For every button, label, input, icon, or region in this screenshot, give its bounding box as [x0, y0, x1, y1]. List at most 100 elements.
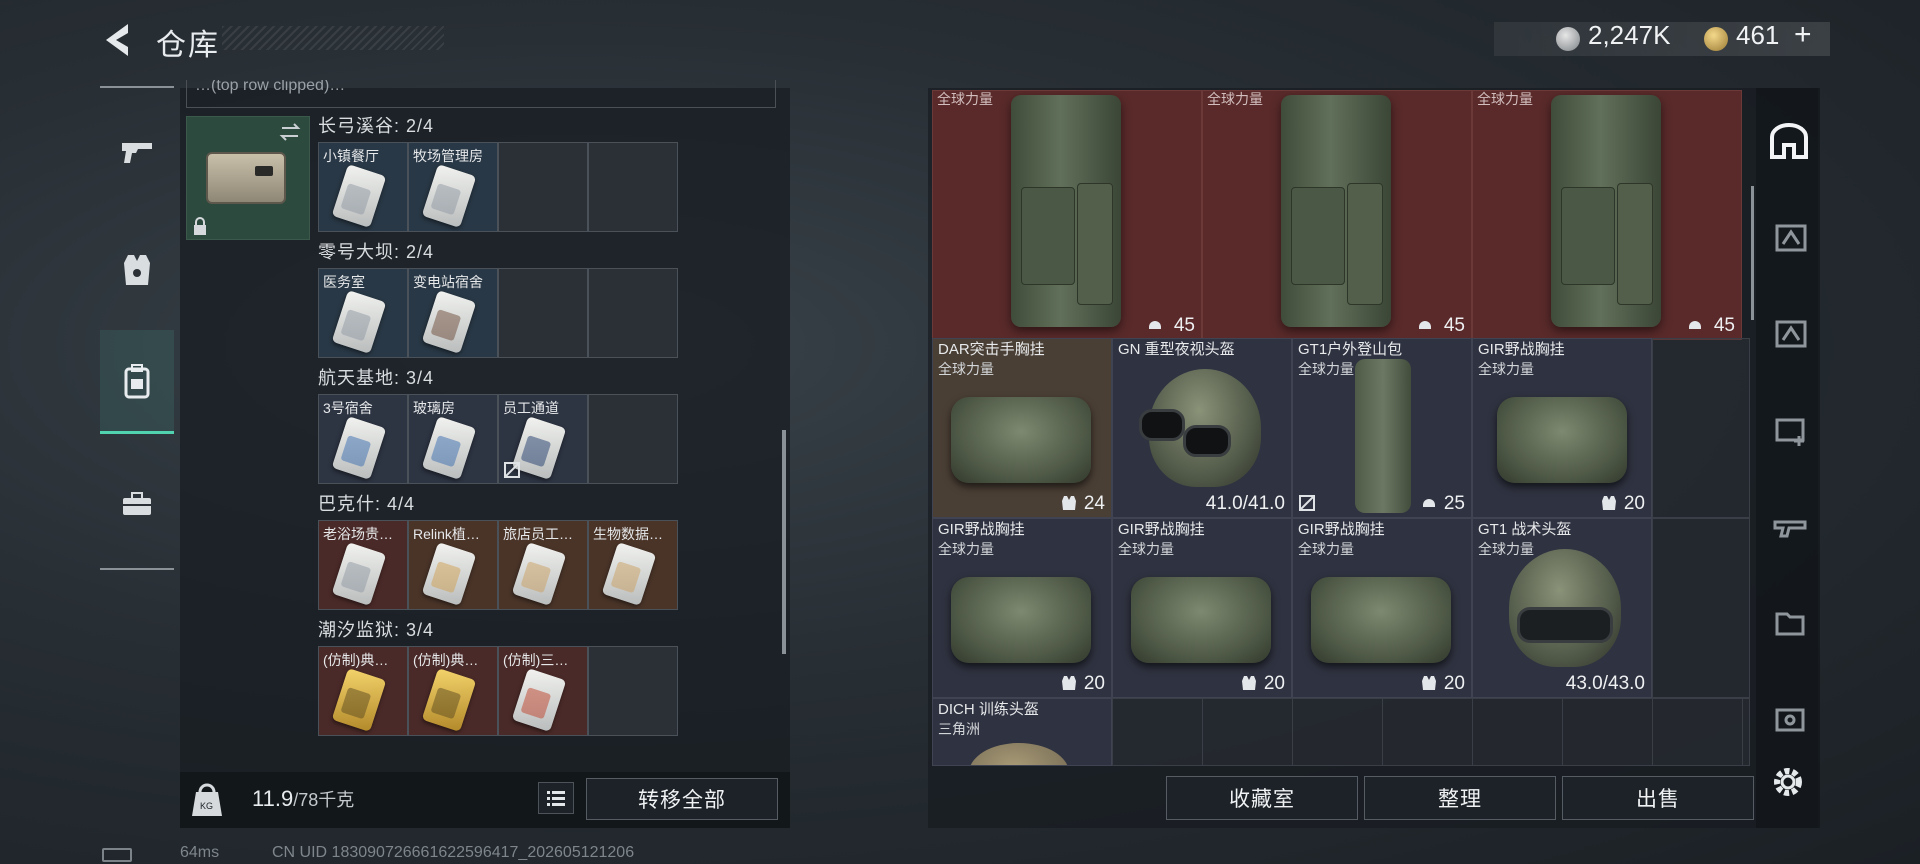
stash-item[interactable]: GIR野战胸挂 全球力量 20: [1292, 518, 1472, 698]
slot-label: 员工通道: [503, 400, 559, 416]
back-arrow-icon[interactable]: [100, 20, 134, 60]
empty-keycard-slot[interactable]: [588, 142, 678, 232]
item-name: DICH 训练头盔: [938, 701, 1039, 718]
stash-tab-1[interactable]: [1762, 210, 1816, 266]
vest-stat-icon: [1602, 496, 1616, 510]
stash-item[interactable]: GT1 战术头盔 全球力量 43.0/43.0: [1472, 518, 1652, 698]
training-helmet-image: [969, 743, 1069, 765]
settings-gear-icon[interactable]: [1768, 762, 1808, 802]
swap-icon[interactable]: [278, 122, 302, 142]
empty-keycard-slot[interactable]: [588, 646, 678, 736]
item-origin: 全球力量: [1298, 541, 1354, 557]
item-durability: 45: [1173, 315, 1195, 336]
keycard-slot[interactable]: Relink植…: [408, 520, 498, 610]
rail-tab-armor[interactable]: [100, 218, 174, 322]
keycard-slot[interactable]: 员工通道: [498, 394, 588, 484]
sort-button[interactable]: 整理: [1364, 776, 1556, 820]
stash-tab-2[interactable]: [1762, 306, 1816, 362]
collection-room-button[interactable]: 收藏室: [1166, 776, 1358, 820]
stash-item[interactable]: GIR野战胸挂 全球力量 20: [1112, 518, 1292, 698]
item-durability: 20: [1083, 673, 1105, 694]
group-title-spacebase: 航天基地: 3/4: [318, 368, 435, 388]
sell-button[interactable]: 出售: [1562, 776, 1754, 820]
list-view-button[interactable]: [538, 782, 574, 814]
slot-label: 生物数据…: [593, 526, 663, 542]
keycard-image: [421, 416, 477, 480]
empty-stash-cell[interactable]: [1652, 338, 1750, 518]
stash-item[interactable]: GIR野战胸挂 全球力量 20: [932, 518, 1112, 698]
item-origin: 全球力量: [1118, 541, 1174, 557]
armor-tier-icon: [1775, 224, 1807, 252]
keycard-slot[interactable]: 牧场管理房: [408, 142, 498, 232]
weight-current: 11.9: [252, 786, 294, 811]
stash-tab-5[interactable]: [1762, 594, 1816, 650]
chest-rig-image: [1497, 397, 1627, 483]
stash-tab-4[interactable]: [1762, 498, 1816, 554]
item-durability: 25: [1443, 493, 1465, 514]
rail-divider: [100, 86, 174, 88]
empty-stash-row[interactable]: [1112, 698, 1750, 766]
empty-keycard-slot[interactable]: [588, 268, 678, 358]
stash-item[interactable]: DAR突击手胸挂 全球力量 24: [932, 338, 1112, 518]
rail-divider-bottom: [100, 568, 174, 570]
vest-stat-icon: [1242, 676, 1256, 690]
empty-stash-cell[interactable]: [1652, 518, 1750, 698]
slot-label: 牧场管理房: [413, 148, 483, 164]
stash-item[interactable]: GIR野战胸挂 全球力量 20: [1472, 338, 1652, 518]
item-tag: 全球力量: [1477, 91, 1533, 107]
item-name: GIR野战胸挂: [938, 521, 1025, 538]
item-origin: 全球力量: [938, 361, 994, 377]
rail-tab-toolbox[interactable]: [100, 452, 174, 556]
gold-amount: 461: [1736, 20, 1780, 50]
stash-tab-3[interactable]: [1762, 402, 1816, 458]
rail-tab-weapons[interactable]: [100, 100, 174, 204]
keycard-slot[interactable]: 医务室: [318, 268, 408, 358]
item-name: DAR突击手胸挂: [938, 341, 1045, 358]
no-trade-icon: [1299, 495, 1315, 511]
list-icon: [547, 791, 565, 806]
slot-label: 旅店员工…: [503, 526, 573, 542]
keycard-slot[interactable]: 变电站宿舍: [408, 268, 498, 358]
stash-item-vest[interactable]: 全球力量 45: [932, 90, 1202, 340]
item-durability: 20: [1263, 673, 1285, 694]
stash-item-vest[interactable]: 全球力量 45: [1202, 90, 1472, 340]
stash-item[interactable]: GN 重型夜视头盔 41.0/41.0: [1112, 338, 1292, 518]
item-tag: 全球力量: [937, 91, 993, 107]
backpack-icon: [124, 363, 150, 398]
keycard-slot[interactable]: 老浴场贵…: [318, 520, 408, 610]
slot-label: 变电站宿舍: [413, 274, 483, 290]
slot-label: 医务室: [323, 274, 365, 290]
keycard-slot[interactable]: 3号宿舍: [318, 394, 408, 484]
add-currency-button[interactable]: +: [1794, 18, 1812, 52]
empty-keycard-slot[interactable]: [498, 268, 588, 358]
helmet-stat-icon: [1423, 499, 1435, 507]
vest-icon: [124, 255, 150, 285]
item-name: GT1 战术头盔: [1478, 521, 1572, 538]
keycard-slot[interactable]: 生物数据…: [588, 520, 678, 610]
keycard-slot[interactable]: (仿制)典…: [408, 646, 498, 736]
stash-tab-6[interactable]: [1762, 690, 1816, 746]
empty-keycard-slot[interactable]: [498, 142, 588, 232]
slot-label: 玻璃房: [413, 400, 455, 416]
keycard-slot[interactable]: 玻璃房: [408, 394, 498, 484]
stash-item[interactable]: DICH 训练头盔 三角洲: [932, 698, 1112, 766]
helmet-stat-icon: [1419, 321, 1431, 329]
keycard-slot[interactable]: 旅店员工…: [498, 520, 588, 610]
stash-sidebar-scrollbar[interactable]: [1751, 186, 1754, 320]
keycard-slot[interactable]: (仿制)典…: [318, 646, 408, 736]
item-durability: 43.0/43.0: [1565, 673, 1645, 694]
group-title-longbow: 长弓溪谷: 2/4: [318, 116, 435, 136]
transfer-all-button[interactable]: 转移全部: [586, 778, 778, 820]
left-scrollbar[interactable]: [782, 430, 786, 654]
empty-keycard-slot[interactable]: [588, 394, 678, 484]
silver-amount: 2,247K: [1588, 20, 1671, 50]
stash-tab-all[interactable]: [1762, 114, 1816, 170]
keycard-slot[interactable]: 小镇餐厅: [318, 142, 408, 232]
rail-tab-backpack[interactable]: [100, 330, 174, 434]
slot-label: (仿制)典…: [323, 652, 389, 668]
stash-item[interactable]: GT1户外登山包 全球力量 25: [1292, 338, 1472, 518]
vest-stat-icon: [1422, 676, 1436, 690]
item-durability: 45: [1713, 315, 1735, 336]
stash-item-vest[interactable]: 全球力量 45: [1472, 90, 1742, 340]
keycard-slot[interactable]: (仿制)三…: [498, 646, 588, 736]
